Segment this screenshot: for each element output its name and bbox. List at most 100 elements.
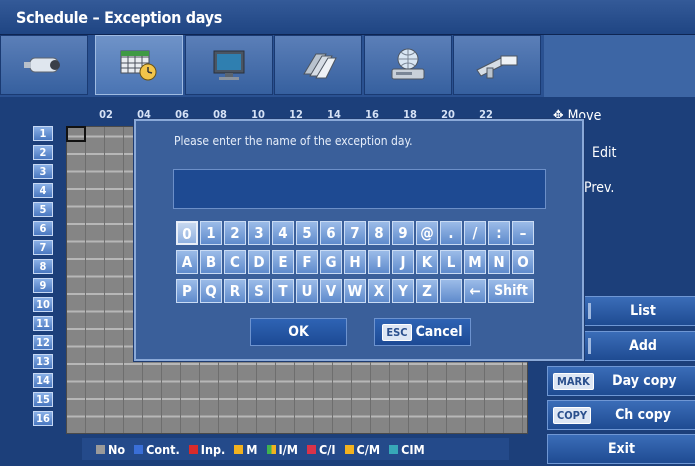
- key[interactable]: B: [200, 250, 222, 274]
- tab-bar-fill: [544, 35, 695, 97]
- edit-hint: Edit: [592, 145, 617, 161]
- grid-cursor: [66, 126, 86, 142]
- key[interactable]: 6: [320, 221, 342, 245]
- key[interactable]: X: [368, 279, 390, 303]
- shift-key[interactable]: Shift: [488, 279, 534, 303]
- mark-key-tag: MARK: [553, 372, 594, 390]
- tab-schedule[interactable]: [95, 35, 183, 95]
- keyboard-row-2: A B C D E F G H I J K L M N O: [176, 250, 534, 274]
- key[interactable]: R: [224, 279, 246, 303]
- key[interactable]: H: [344, 250, 366, 274]
- legend-swatch: [188, 444, 198, 454]
- keyboard-row-3: P Q R S T U V W X Y Z ← Shift: [176, 279, 534, 303]
- name-input[interactable]: [173, 169, 546, 209]
- legend-item: C/I: [306, 442, 336, 457]
- legend: No Cont. Inp. M I/M C/I C/M CIM: [82, 438, 509, 460]
- key[interactable]: A: [176, 250, 198, 274]
- key[interactable]: 5: [296, 221, 318, 245]
- key[interactable]: F: [296, 250, 318, 274]
- key[interactable]: V: [320, 279, 342, 303]
- legend-item: No: [96, 442, 125, 457]
- cancel-button[interactable]: ESC Cancel: [374, 318, 471, 346]
- list-label: List: [630, 303, 656, 319]
- row-number[interactable]: 13: [33, 354, 53, 369]
- legend-swatch: [134, 444, 144, 454]
- legend-item: Inp.: [188, 442, 225, 457]
- tools-icon: [476, 55, 518, 79]
- tab-monitor[interactable]: [185, 35, 273, 95]
- exception-name-dialog: Please enter the name of the exception d…: [134, 119, 584, 361]
- row-number[interactable]: 5: [33, 202, 53, 217]
- window-title: Schedule – Exception days: [16, 8, 223, 27]
- legend-label: No: [108, 441, 126, 457]
- row-number[interactable]: 14: [33, 373, 53, 388]
- dialog-message: Please enter the name of the exception d…: [174, 134, 413, 148]
- tab-network[interactable]: [364, 35, 452, 95]
- key[interactable]: U: [296, 279, 318, 303]
- row-number[interactable]: 16: [33, 411, 53, 426]
- exit-button[interactable]: Exit: [547, 434, 695, 464]
- key[interactable]: 2: [224, 221, 246, 245]
- row-number[interactable]: 4: [33, 183, 53, 198]
- key[interactable]: T: [272, 279, 294, 303]
- key[interactable]: K: [416, 250, 438, 274]
- key[interactable]: Q: [200, 279, 222, 303]
- row-number[interactable]: 11: [33, 316, 53, 331]
- key[interactable]: P: [176, 279, 198, 303]
- row-number[interactable]: 10: [33, 297, 53, 312]
- key[interactable]: E: [272, 250, 294, 274]
- row-number[interactable]: 3: [33, 164, 53, 179]
- row-number[interactable]: 2: [33, 145, 53, 160]
- row-number[interactable]: 1: [33, 126, 53, 141]
- key[interactable]: /: [464, 221, 486, 245]
- ok-button[interactable]: OK: [250, 318, 347, 346]
- row-number[interactable]: 6: [33, 221, 53, 236]
- ch-copy-label: Ch copy: [615, 407, 672, 423]
- key[interactable]: :: [488, 221, 510, 245]
- key[interactable]: C: [224, 250, 246, 274]
- tab-tools[interactable]: [453, 35, 541, 95]
- key[interactable]: 9: [392, 221, 414, 245]
- key[interactable]: 0: [176, 221, 198, 245]
- key[interactable]: .: [440, 221, 462, 245]
- copy-key-tag: COPY: [553, 406, 592, 424]
- legend-item: M: [234, 441, 258, 457]
- key[interactable]: 8: [368, 221, 390, 245]
- key[interactable]: –: [512, 221, 534, 245]
- row-number[interactable]: 8: [33, 259, 53, 274]
- key[interactable]: O: [512, 250, 534, 274]
- key[interactable]: D: [248, 250, 270, 274]
- key[interactable]: 7: [344, 221, 366, 245]
- ch-copy-button[interactable]: COPY Ch copy: [547, 400, 695, 430]
- legend-label: M: [246, 441, 258, 457]
- key[interactable]: 3: [248, 221, 270, 245]
- key[interactable]: S: [248, 279, 270, 303]
- legend-label: CIM: [401, 441, 425, 457]
- key[interactable]: M: [464, 250, 486, 274]
- tab-camera[interactable]: [0, 35, 88, 95]
- key[interactable]: N: [488, 250, 510, 274]
- key[interactable]: 1: [200, 221, 222, 245]
- key[interactable]: J: [392, 250, 414, 274]
- disks-icon: [303, 53, 337, 79]
- key[interactable]: @: [416, 221, 438, 245]
- backspace-key[interactable]: ←: [464, 279, 486, 303]
- key[interactable]: Y: [392, 279, 414, 303]
- day-copy-label: Day copy: [612, 373, 677, 389]
- row-number[interactable]: 9: [33, 278, 53, 293]
- day-copy-button[interactable]: MARK Day copy: [547, 366, 695, 396]
- key[interactable]: 4: [272, 221, 294, 245]
- row-number[interactable]: 7: [33, 240, 53, 255]
- key[interactable]: W: [344, 279, 366, 303]
- legend-swatch: [306, 444, 316, 454]
- key[interactable]: L: [440, 250, 462, 274]
- tab-storage[interactable]: [274, 35, 362, 95]
- key[interactable]: I: [368, 250, 390, 274]
- key[interactable]: G: [320, 250, 342, 274]
- row-number[interactable]: 12: [33, 335, 53, 350]
- space-key[interactable]: [440, 279, 462, 303]
- key[interactable]: Z: [416, 279, 438, 303]
- row-number[interactable]: 15: [33, 392, 53, 407]
- legend-item: C/M: [344, 442, 380, 457]
- legend-label: I/M: [278, 441, 298, 457]
